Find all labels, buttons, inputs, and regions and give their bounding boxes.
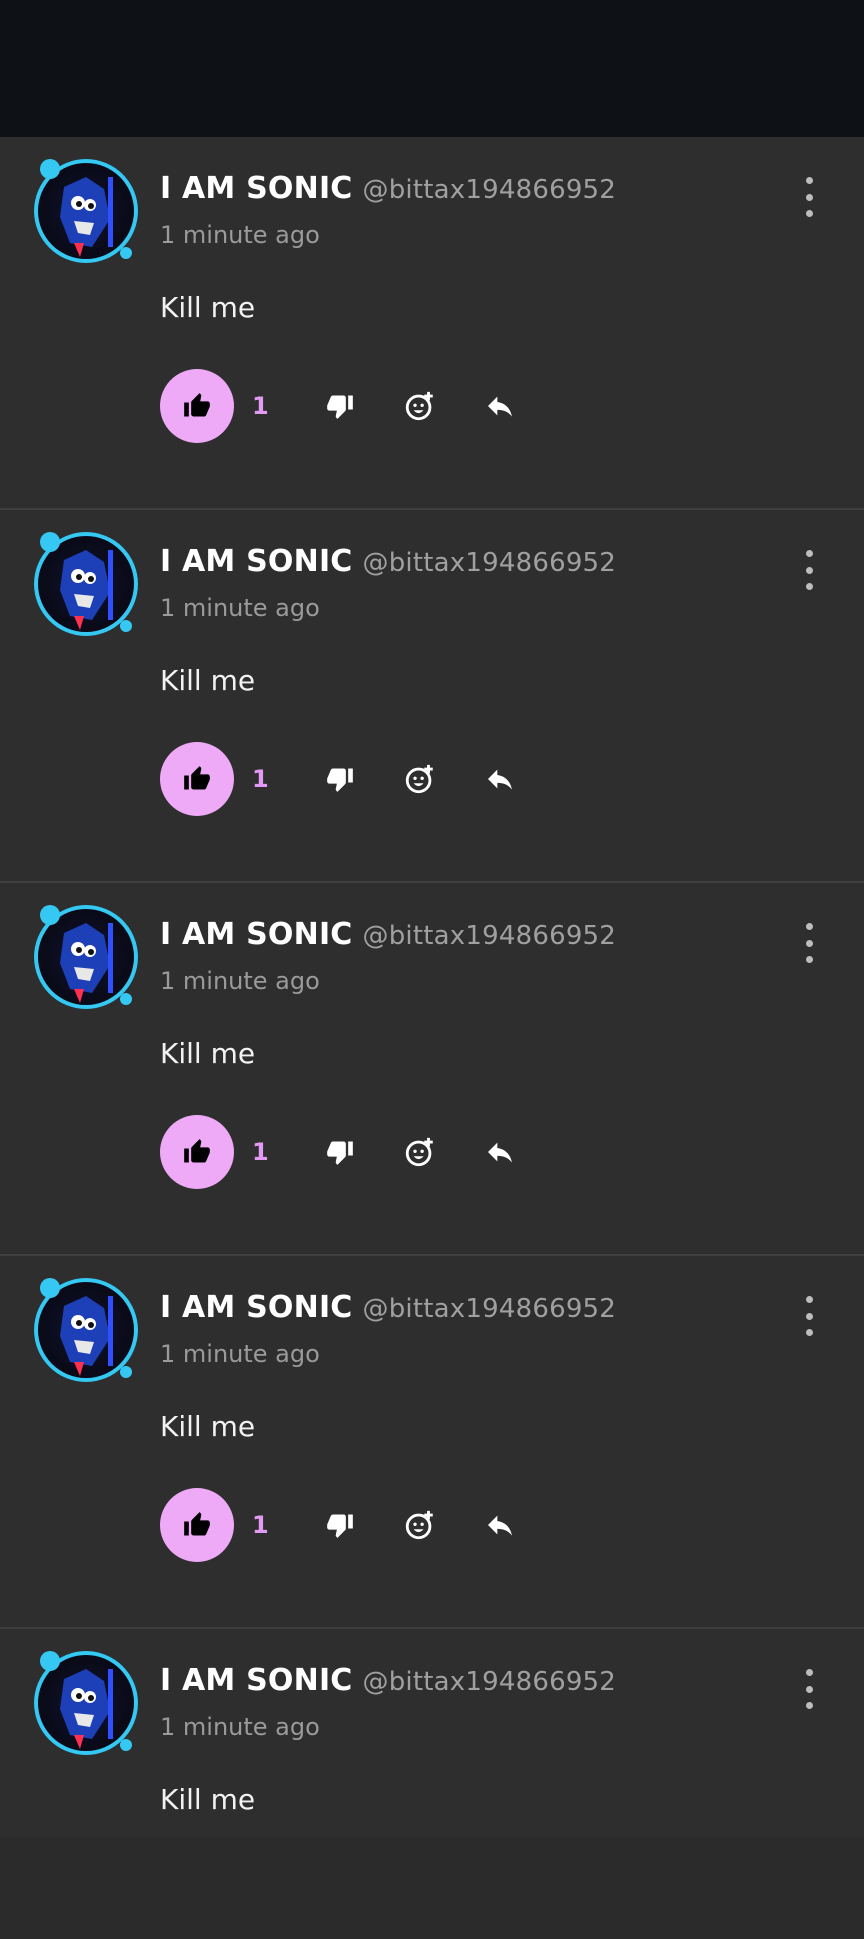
author-display-name[interactable]: I AM SONIC [160,544,353,579]
comment-text: Kill me [160,1410,256,1443]
reply-icon [488,396,512,417]
more-vertical-icon [805,1296,813,1303]
comment-text: Kill me [160,291,256,324]
more-options-button[interactable] [798,1669,820,1709]
timestamp: 1 minute ago [160,1713,320,1741]
like-count: 1 [252,392,269,420]
like-button[interactable] [160,1115,234,1189]
avatar[interactable] [34,532,138,636]
author-display-name[interactable]: I AM SONIC [160,1290,353,1325]
author-handle[interactable]: @bittax194866952 [363,921,617,951]
timestamp: 1 minute ago [160,1340,320,1368]
comment: I AM SONIC @bittax194866952 1 minute ago … [0,510,864,883]
dislike-button[interactable] [316,1501,364,1549]
comment-text: Kill me [160,1037,256,1070]
add-reaction-icon [405,1510,433,1540]
comment-feed: I AM SONIC @bittax194866952 1 minute ago … [0,137,864,1837]
author-name[interactable]: I AM SONIC @bittax194866952 [160,171,616,206]
bottom-area [0,1837,864,1939]
reply-button[interactable] [476,755,524,803]
dislike-button[interactable] [316,1128,364,1176]
thumbs-up-icon [184,1512,210,1536]
add-reaction-button[interactable] [396,1128,444,1176]
reply-button[interactable] [476,382,524,430]
more-vertical-icon [805,550,813,557]
thumbs-down-icon [327,768,353,792]
author-handle[interactable]: @bittax194866952 [363,1667,617,1697]
action-bar: 1 [160,1115,556,1189]
timestamp: 1 minute ago [160,594,320,622]
thumbs-down-icon [327,1514,353,1538]
add-reaction-icon [405,764,433,794]
more-options-button[interactable] [798,550,820,590]
like-count: 1 [252,1511,269,1539]
timestamp: 1 minute ago [160,221,320,249]
like-button[interactable] [160,742,234,816]
like-count: 1 [252,765,269,793]
comment-text: Kill me [160,664,256,697]
add-reaction-button[interactable] [396,382,444,430]
author-handle[interactable]: @bittax194866952 [363,548,617,578]
add-reaction-icon [405,1137,433,1167]
like-button[interactable] [160,1488,234,1562]
like-button[interactable] [160,369,234,443]
top-bar [0,0,864,137]
more-vertical-icon [805,1669,813,1676]
reply-icon [488,1515,512,1536]
author-name[interactable]: I AM SONIC @bittax194866952 [160,1290,616,1325]
thumbs-down-icon [327,395,353,419]
author-display-name[interactable]: I AM SONIC [160,1663,353,1698]
author-name[interactable]: I AM SONIC @bittax194866952 [160,1663,616,1698]
thumbs-up-icon [184,766,210,790]
reply-button[interactable] [476,1128,524,1176]
comment-text: Kill me [160,1783,256,1816]
reply-button[interactable] [476,1501,524,1549]
more-options-button[interactable] [798,923,820,963]
more-vertical-icon [805,923,813,930]
like-count: 1 [252,1138,269,1166]
author-name[interactable]: I AM SONIC @bittax194866952 [160,544,616,579]
author-handle[interactable]: @bittax194866952 [363,175,617,205]
thumbs-down-icon [327,1141,353,1165]
avatar[interactable] [34,1651,138,1755]
reply-icon [488,1142,512,1163]
more-options-button[interactable] [798,1296,820,1336]
thumbs-up-icon [184,1139,210,1163]
dislike-button[interactable] [316,382,364,430]
dislike-button[interactable] [316,755,364,803]
action-bar: 1 [160,369,556,443]
comment: I AM SONIC @bittax194866952 1 minute ago … [0,137,864,510]
thumbs-up-icon [184,393,210,417]
add-reaction-icon [405,391,433,421]
avatar[interactable] [34,159,138,263]
author-display-name[interactable]: I AM SONIC [160,171,353,206]
add-reaction-button[interactable] [396,755,444,803]
reply-icon [488,769,512,790]
author-handle[interactable]: @bittax194866952 [363,1294,617,1324]
more-options-button[interactable] [798,177,820,217]
comment: I AM SONIC @bittax194866952 1 minute ago … [0,1256,864,1629]
avatar[interactable] [34,1278,138,1382]
action-bar: 1 [160,1488,556,1562]
comment: I AM SONIC @bittax194866952 1 minute ago … [0,883,864,1256]
more-vertical-icon [805,177,813,184]
add-reaction-button[interactable] [396,1501,444,1549]
timestamp: 1 minute ago [160,967,320,995]
author-display-name[interactable]: I AM SONIC [160,917,353,952]
avatar[interactable] [34,905,138,1009]
action-bar: 1 [160,742,556,816]
comment: I AM SONIC @bittax194866952 1 minute ago … [0,1629,864,1837]
author-name[interactable]: I AM SONIC @bittax194866952 [160,917,616,952]
